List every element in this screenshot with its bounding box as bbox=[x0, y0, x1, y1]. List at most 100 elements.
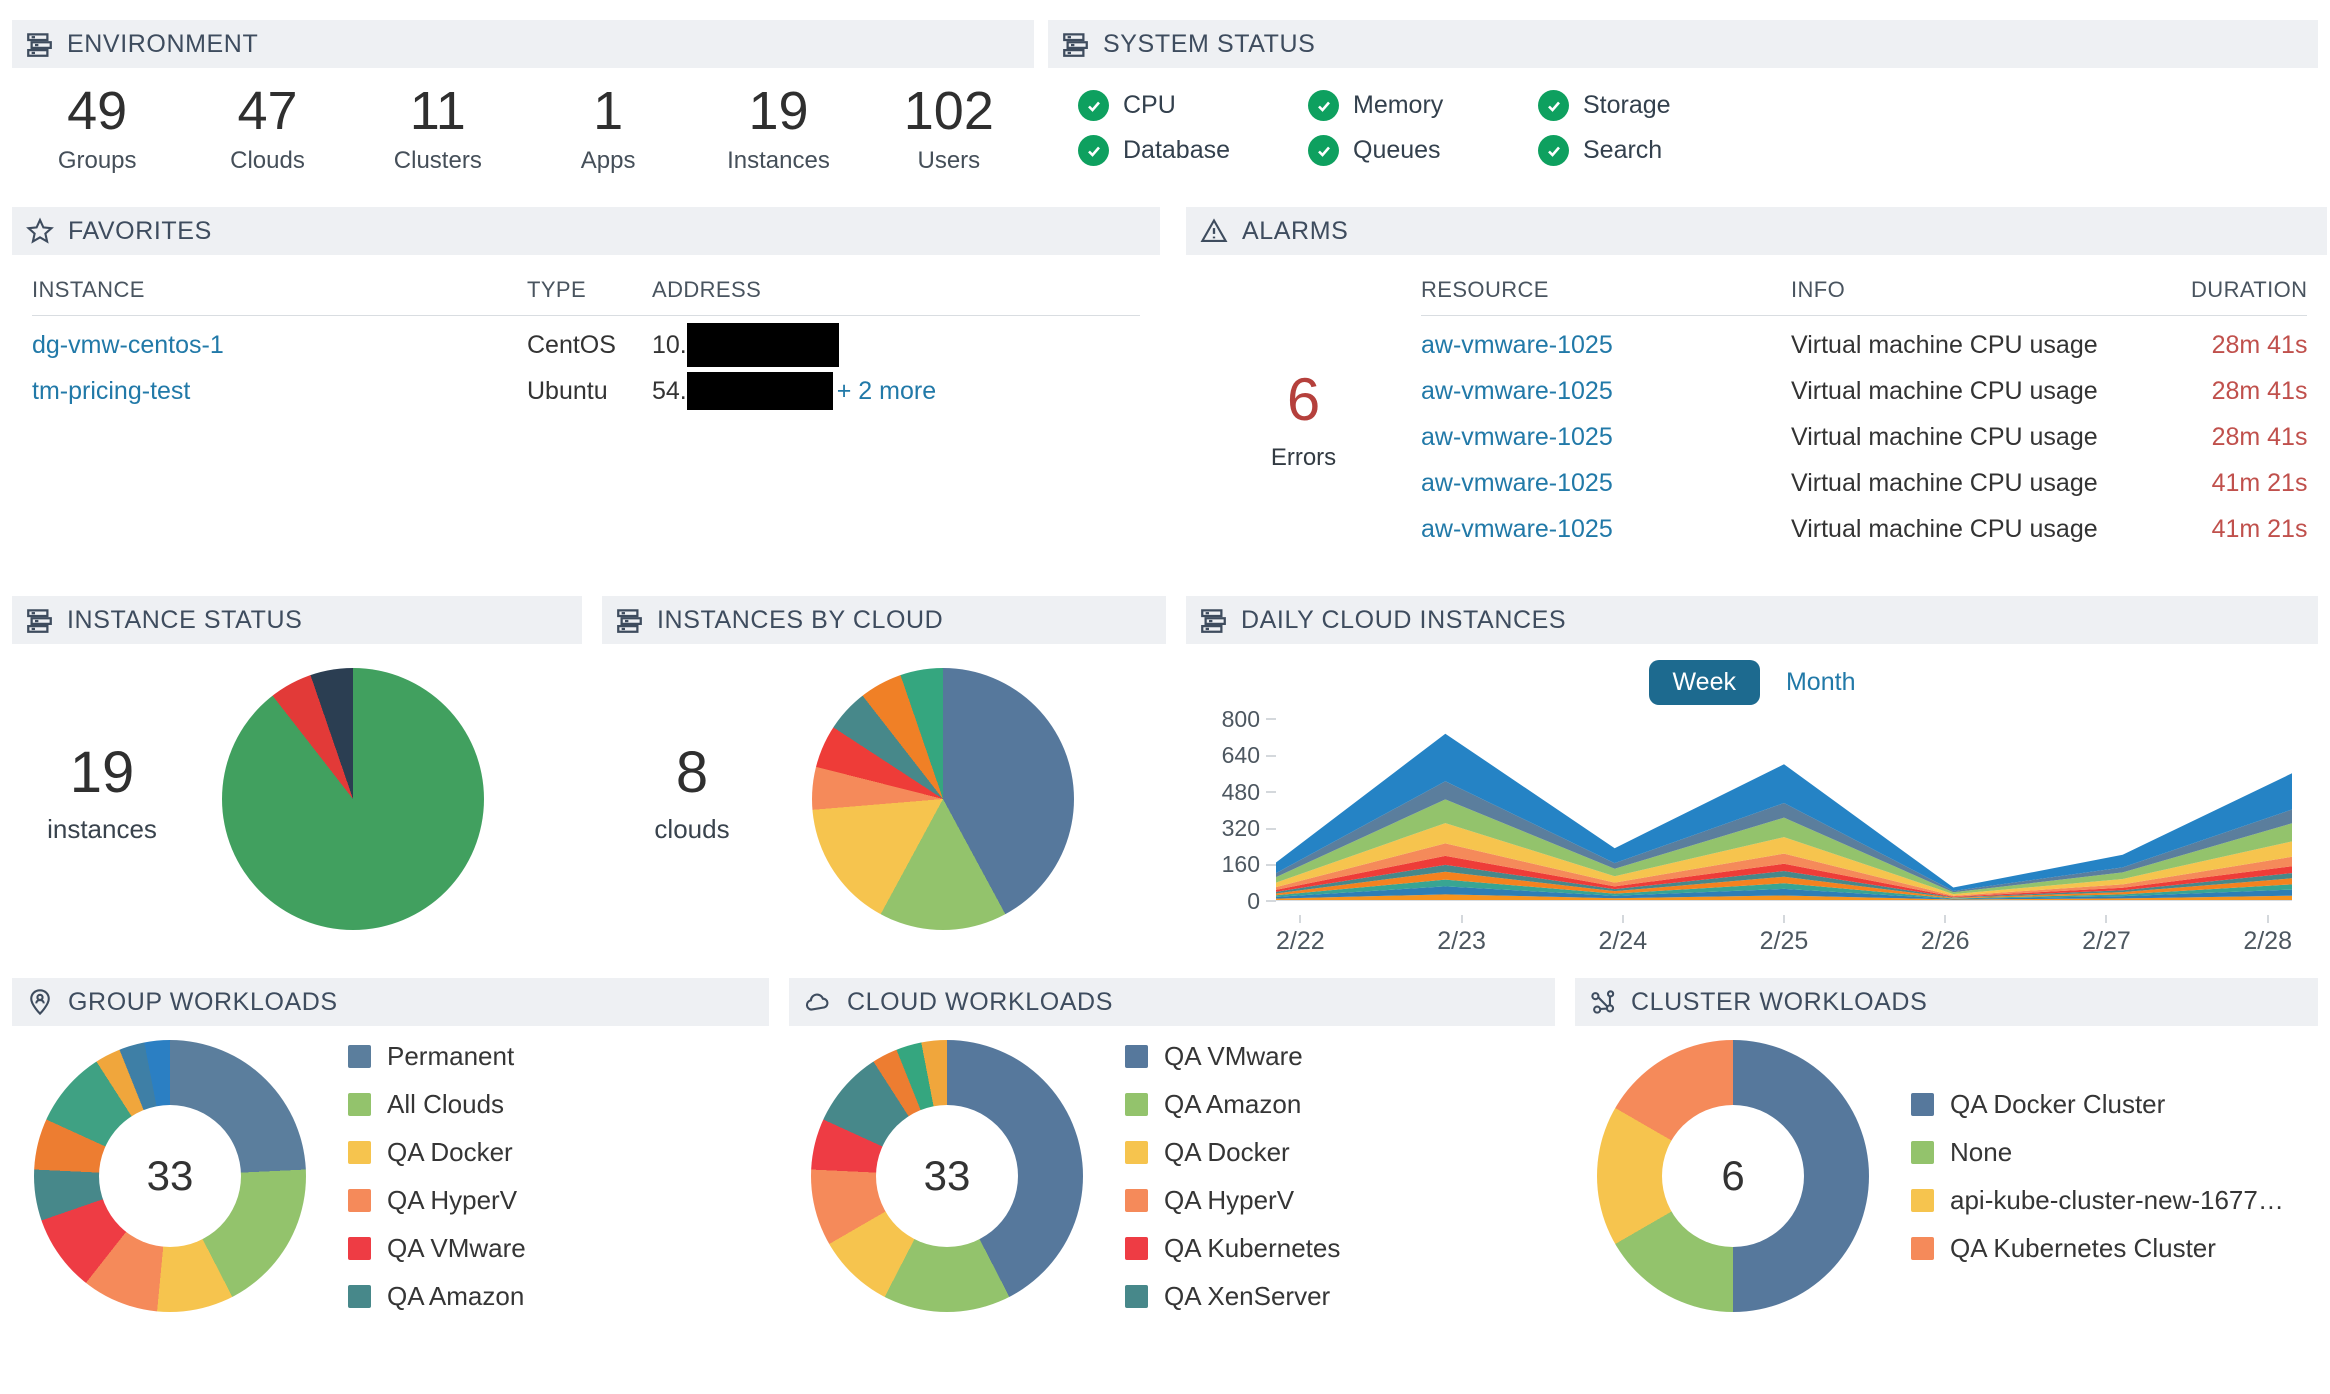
alarm-resource-link[interactable]: aw-vmware-1025 bbox=[1421, 469, 1791, 498]
second-row: FAVORITES INSTANCE TYPE ADDRESS dg-vmw-c… bbox=[12, 207, 2318, 552]
legend-item[interactable]: None bbox=[1911, 1137, 2284, 1168]
cloud-icon bbox=[803, 988, 833, 1016]
cloud-workloads-donut-chart[interactable]: 33 bbox=[811, 1040, 1083, 1312]
y-tick: 0 bbox=[1210, 889, 1276, 913]
instance-address: 54. + 2 more bbox=[652, 372, 1140, 410]
status-label: Search bbox=[1583, 136, 1662, 165]
count-value: 19 bbox=[12, 739, 192, 806]
star-icon bbox=[26, 217, 54, 245]
stat-value: 19 bbox=[693, 82, 863, 141]
favorite-row: tm-pricing-test Ubuntu 54. + 2 more bbox=[32, 368, 1140, 414]
alarm-info: Virtual machine CPU usage bbox=[1791, 469, 2191, 498]
y-axis: 800 640 480 320 160 0 bbox=[1210, 707, 1276, 913]
favorites-table: INSTANCE TYPE ADDRESS dg-vmw-centos-1 Ce… bbox=[32, 269, 1140, 414]
favorites-table-header: INSTANCE TYPE ADDRESS bbox=[32, 269, 1140, 316]
legend-item[interactable]: api-kube-cluster-new-1677… bbox=[1911, 1185, 2284, 1216]
donut-center-value: 6 bbox=[1597, 1040, 1869, 1312]
alarm-error-count: 6 Errors bbox=[1186, 285, 1421, 552]
month-toggle-button[interactable]: Month bbox=[1786, 668, 1855, 697]
panel-title: SYSTEM STATUS bbox=[1103, 30, 1315, 59]
status-label: CPU bbox=[1123, 91, 1176, 120]
legend-swatch bbox=[1125, 1141, 1148, 1164]
legend-swatch bbox=[1125, 1237, 1148, 1260]
legend-item[interactable]: All Clouds bbox=[348, 1089, 526, 1120]
legend-item[interactable]: QA VMware bbox=[348, 1233, 526, 1264]
stat-value: 1 bbox=[523, 82, 693, 141]
cloud-workloads-body: 33 QA VMware QA Amazon QA Docker QA Hype… bbox=[789, 1040, 1555, 1312]
panel-title: CLUSTER WORKLOADS bbox=[1631, 988, 1927, 1017]
legend-item[interactable]: QA HyperV bbox=[1125, 1185, 1340, 1216]
alarm-row: aw-vmware-1025 Virtual machine CPU usage… bbox=[1421, 368, 2307, 414]
cluster-workloads-header: CLUSTER WORKLOADS bbox=[1575, 978, 2318, 1026]
panel-title: INSTANCES BY CLOUD bbox=[657, 606, 943, 635]
legend-item[interactable]: QA Kubernetes Cluster bbox=[1911, 1233, 2284, 1264]
panel-title: CLOUD WORKLOADS bbox=[847, 988, 1113, 1017]
legend-item[interactable]: QA HyperV bbox=[348, 1185, 526, 1216]
system-status-header: SYSTEM STATUS bbox=[1048, 20, 2318, 68]
instance-status-body: 19 instances bbox=[12, 654, 582, 930]
instance-link[interactable]: dg-vmw-centos-1 bbox=[32, 331, 527, 360]
stat-label: Groups bbox=[12, 147, 182, 175]
area-chart-wrap: 800 640 480 320 160 0 bbox=[1210, 719, 2292, 913]
stat-value: 102 bbox=[864, 82, 1034, 141]
alarm-resource-link[interactable]: aw-vmware-1025 bbox=[1421, 331, 1791, 360]
alarms-header: ALARMS bbox=[1186, 207, 2327, 255]
legend-item[interactable]: QA VMware bbox=[1125, 1041, 1340, 1072]
y-tick: 800 bbox=[1210, 707, 1276, 731]
favorites-header: FAVORITES bbox=[12, 207, 1160, 255]
col-address: ADDRESS bbox=[652, 277, 1140, 303]
group-workloads-panel: GROUP WORKLOADS 33 Permanent All Clouds … bbox=[12, 978, 769, 1312]
legend-item[interactable]: QA Amazon bbox=[348, 1281, 526, 1312]
legend-item[interactable]: QA Docker bbox=[1125, 1137, 1340, 1168]
alarm-resource-link[interactable]: aw-vmware-1025 bbox=[1421, 377, 1791, 406]
stacked-area-chart[interactable] bbox=[1276, 719, 2292, 901]
alarm-duration: 41m 21s bbox=[2191, 469, 2307, 498]
group-workloads-donut-chart[interactable]: 33 bbox=[34, 1040, 306, 1312]
legend-item[interactable]: QA Docker Cluster bbox=[1911, 1089, 2284, 1120]
col-instance: INSTANCE bbox=[32, 277, 527, 303]
alarm-info: Virtual machine CPU usage bbox=[1791, 331, 2191, 360]
instance-type: CentOS bbox=[527, 331, 652, 360]
y-tick: 640 bbox=[1210, 744, 1276, 768]
status-label: Storage bbox=[1583, 91, 1671, 120]
alarm-resource-link[interactable]: aw-vmware-1025 bbox=[1421, 423, 1791, 452]
instance-status-panel: INSTANCE STATUS 19 instances bbox=[12, 596, 582, 956]
stat-label: Instances bbox=[693, 147, 863, 175]
instances-by-cloud-pie-chart[interactable] bbox=[812, 668, 1074, 930]
legend-item[interactable]: QA Kubernetes bbox=[1125, 1233, 1340, 1264]
panel-title: INSTANCE STATUS bbox=[67, 606, 302, 635]
stat-label: Users bbox=[864, 147, 1034, 175]
instance-status-pie-chart[interactable] bbox=[222, 668, 484, 930]
donut-center-value: 33 bbox=[811, 1040, 1083, 1312]
status-memory: Memory bbox=[1308, 90, 1538, 121]
stat-clouds: 47 Clouds bbox=[182, 82, 352, 175]
group-workloads-body: 33 Permanent All Clouds QA Docker QA Hyp… bbox=[12, 1040, 769, 1312]
instances-by-cloud-body: 8 clouds bbox=[602, 654, 1166, 930]
system-status-panel: SYSTEM STATUS CPU Memory Storage Databas… bbox=[1048, 20, 2318, 175]
cloud-workloads-header: CLOUD WORKLOADS bbox=[789, 978, 1555, 1026]
col-duration: DURATION bbox=[2191, 277, 2307, 303]
status-queues: Queues bbox=[1308, 135, 1538, 166]
redaction-box bbox=[687, 323, 839, 367]
legend-item[interactable]: QA Amazon bbox=[1125, 1089, 1340, 1120]
group-workloads-legend: Permanent All Clouds QA Docker QA HyperV… bbox=[348, 1041, 526, 1312]
stat-users: 102 Users bbox=[864, 82, 1034, 175]
legend-swatch bbox=[1125, 1285, 1148, 1308]
check-circle-icon bbox=[1308, 135, 1339, 166]
cluster-nodes-icon bbox=[1589, 988, 1617, 1016]
legend-item[interactable]: QA Docker bbox=[348, 1137, 526, 1168]
col-info: INFO bbox=[1791, 277, 2191, 303]
legend-item[interactable]: QA XenServer bbox=[1125, 1281, 1340, 1312]
legend-swatch bbox=[348, 1237, 371, 1260]
more-addresses-link[interactable]: + 2 more bbox=[837, 377, 936, 406]
status-database: Database bbox=[1078, 135, 1308, 166]
alarm-resource-link[interactable]: aw-vmware-1025 bbox=[1421, 515, 1791, 544]
panel-title: ALARMS bbox=[1242, 217, 1348, 246]
week-toggle-button[interactable]: Week bbox=[1649, 660, 1760, 705]
panel-title: ENVIRONMENT bbox=[67, 30, 258, 59]
stat-value: 49 bbox=[12, 82, 182, 141]
instance-link[interactable]: tm-pricing-test bbox=[32, 377, 527, 406]
system-status-icon bbox=[1062, 31, 1089, 58]
cluster-workloads-donut-chart[interactable]: 6 bbox=[1597, 1040, 1869, 1312]
legend-item[interactable]: Permanent bbox=[348, 1041, 526, 1072]
